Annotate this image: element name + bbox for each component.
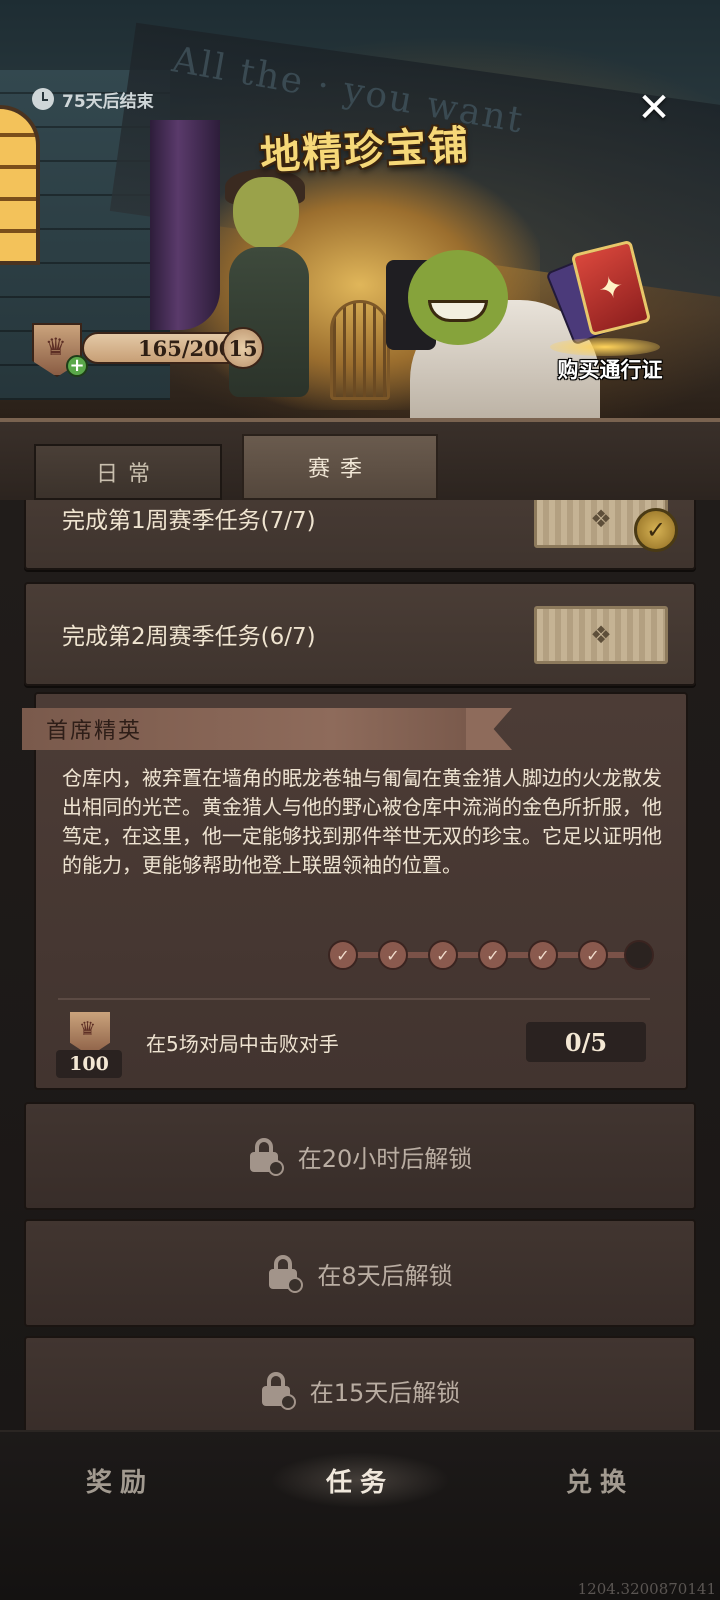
quest-week-1-text: 完成第1周赛季任务(7/7)	[62, 508, 316, 534]
elite-task-text: 在5场对局中击败对手	[146, 1032, 339, 1056]
quest-list[interactable]: 完成第1周赛季任务(7/7) ❖ ✓ 完成第2周赛季任务(6/7) ❖ 首席精英…	[0, 500, 720, 1430]
nav-rewards[interactable]: 奖励	[30, 1452, 210, 1508]
close-icon: ✕	[637, 85, 671, 131]
nav-tasks[interactable]: 任务	[270, 1452, 450, 1508]
tab-season[interactable]: 赛季	[242, 434, 438, 500]
season-timer: 75天后结束	[32, 86, 154, 112]
locked-quest-3-text: 在15天后解锁	[309, 1378, 461, 1407]
step-done-check-icon: ✓	[378, 940, 408, 970]
lock-timer-icon	[248, 1138, 284, 1176]
step-done-check-icon: ✓	[578, 940, 608, 970]
nav-exchange-label: 兑换	[565, 1467, 634, 1498]
bottom-nav: 奖励 任务 兑换	[0, 1430, 720, 1600]
locked-quest-1: 在20小时后解锁	[24, 1102, 696, 1210]
buy-pass-label: 购买通行证	[557, 358, 663, 382]
locked-quest-1-text: 在20小时后解锁	[297, 1144, 473, 1173]
locked-quest-3: 在15天后解锁	[24, 1336, 696, 1430]
quest-week-2-text: 完成第2周赛季任务(6/7)	[62, 624, 316, 650]
reward-ticket-icon: ❖	[534, 606, 668, 664]
level-badge: 15	[222, 327, 264, 369]
nav-tasks-label: 任务	[325, 1467, 394, 1498]
step-pending-dot: ✓	[624, 940, 654, 970]
pass-level-bar[interactable]: 165/200 15 +	[32, 323, 272, 377]
tab-season-label: 赛季	[307, 457, 372, 482]
lock-timer-icon	[267, 1255, 304, 1293]
level-progress-text: 165/200	[138, 335, 234, 361]
elite-reward: 100	[56, 1012, 124, 1080]
step-done-check-icon: ✓	[478, 940, 508, 970]
elite-description: 仓库内，被弃置在墙角的眠龙卷轴与匍匐在黄金猎人脚边的火龙散发出相同的光芒。黄金猎…	[62, 766, 662, 877]
window-art	[0, 105, 40, 265]
season-timer-text: 75天后结束	[62, 91, 154, 112]
quest-week-1[interactable]: 完成第1周赛季任务(7/7) ❖ ✓	[24, 500, 696, 570]
completed-check-icon: ✓	[634, 508, 678, 552]
locked-quest-2-text: 在8天后解锁	[317, 1261, 453, 1290]
step-done-check-icon: ✓	[528, 940, 558, 970]
curtain-art	[150, 120, 220, 330]
tab-daily-label: 日常	[95, 462, 160, 487]
tab-daily[interactable]: 日常	[34, 444, 222, 500]
quest-week-2[interactable]: 完成第2周赛季任务(6/7) ❖	[24, 582, 696, 686]
elite-task-count: 0/5	[526, 1022, 646, 1062]
close-button[interactable]: ✕	[632, 86, 676, 130]
elite-reward-amount: 100	[56, 1050, 122, 1078]
elite-title: 首席精英	[22, 708, 466, 750]
add-level-plus-icon[interactable]: +	[66, 355, 88, 377]
ribbon-tail-icon	[466, 708, 512, 750]
version-text: 1204.3200870141	[577, 1580, 716, 1598]
step-done-check-icon: ✓	[328, 940, 358, 970]
elite-step-progress: ✓ ✓ ✓ ✓ ✓ ✓ ✓	[328, 938, 658, 972]
locked-quest-2: 在8天后解锁	[24, 1219, 696, 1327]
nav-exchange[interactable]: 兑换	[510, 1452, 690, 1508]
nav-rewards-label: 奖励	[85, 1467, 154, 1498]
season-banner: All the · you want 75天后结束 ✕ 地精珍宝铺 165/20…	[0, 0, 720, 418]
elite-quest-card: 首席精英 仓库内，被弃置在墙角的眠龙卷轴与匍匐在黄金猎人脚边的火龙散发出相同的光…	[22, 692, 688, 1090]
clock-icon	[32, 88, 54, 110]
lock-timer-icon	[260, 1372, 296, 1410]
step-done-check-icon: ✓	[428, 940, 458, 970]
divider	[58, 998, 650, 1000]
buy-pass-button[interactable]: ✦ 购买通行证	[540, 239, 680, 390]
